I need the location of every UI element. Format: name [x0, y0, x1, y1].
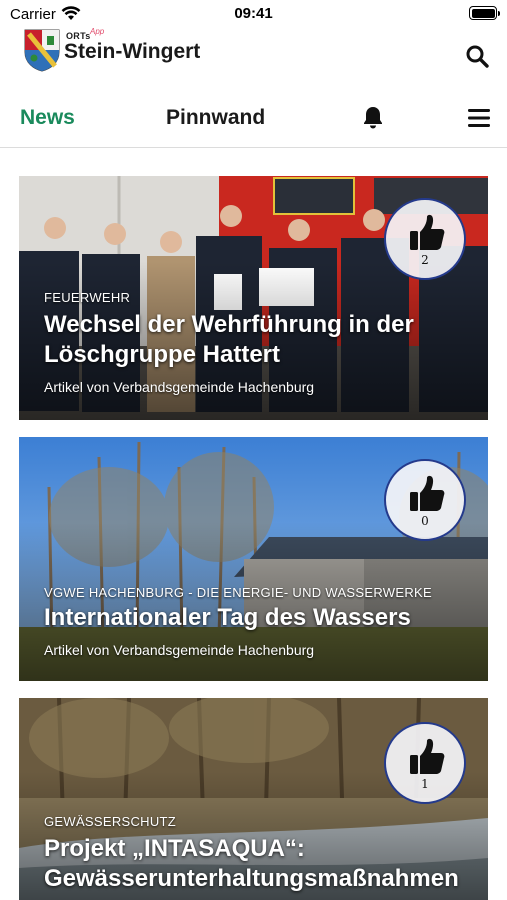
- app-screen: Carrier 09:41 ORTs App Stein-Wingert New…: [0, 0, 507, 900]
- thumbs-up-icon: [410, 475, 445, 511]
- article-author: Artikel von Verbandsgemeinde Hachenburg: [44, 642, 315, 658]
- news-card[interactable]: GEWÄSSERSCHUTZ Projekt „INTASAQUA“: Gewä…: [19, 698, 488, 900]
- like-button[interactable]: 0: [384, 459, 466, 541]
- app-title: Stein-Wingert: [64, 40, 201, 63]
- article-category: GEWÄSSERSCHUTZ: [44, 814, 177, 829]
- article-title[interactable]: Wechsel der Wehrführung in der Löschgrup…: [44, 310, 484, 370]
- thumbs-up-icon: [410, 214, 445, 250]
- tab-pinnwand[interactable]: Pinnwand: [166, 106, 265, 130]
- clock: 09:41: [234, 5, 273, 22]
- like-button[interactable]: 1: [384, 722, 466, 804]
- article-author: Artikel von Verbandsgemeinde Hachenburg: [44, 379, 315, 395]
- search-icon[interactable]: [465, 44, 489, 68]
- article-category: FEUERWEHR: [44, 290, 131, 305]
- news-card[interactable]: FEUERWEHR Wechsel der Wehrführung in der…: [19, 176, 488, 420]
- article-title[interactable]: Internationaler Tag des Wassers: [44, 603, 484, 633]
- logo-app-suffix: App: [90, 27, 105, 36]
- like-count: 2: [421, 253, 429, 267]
- like-button[interactable]: 2: [384, 198, 466, 280]
- article-title[interactable]: Projekt „INTASAQUA“: Gewässerunterhaltun…: [44, 834, 484, 894]
- like-count: 0: [421, 514, 429, 528]
- tab-news[interactable]: News: [20, 106, 75, 130]
- status-bar: Carrier 09:41: [0, 0, 507, 28]
- municipal-crest-icon: [24, 29, 60, 72]
- tab-bar: News Pinnwand: [0, 80, 507, 148]
- like-count: 1: [421, 777, 429, 791]
- bell-icon[interactable]: [361, 105, 385, 129]
- thumbs-up-icon: [410, 738, 445, 774]
- battery-icon: [469, 6, 500, 20]
- article-category: VGWE HACHENBURG - DIE ENERGIE- UND WASSE…: [44, 585, 432, 600]
- news-card[interactable]: VGWE HACHENBURG - DIE ENERGIE- UND WASSE…: [19, 437, 488, 681]
- hamburger-menu-icon[interactable]: [468, 108, 490, 128]
- app-header: ORTs App Stein-Wingert: [0, 27, 507, 80]
